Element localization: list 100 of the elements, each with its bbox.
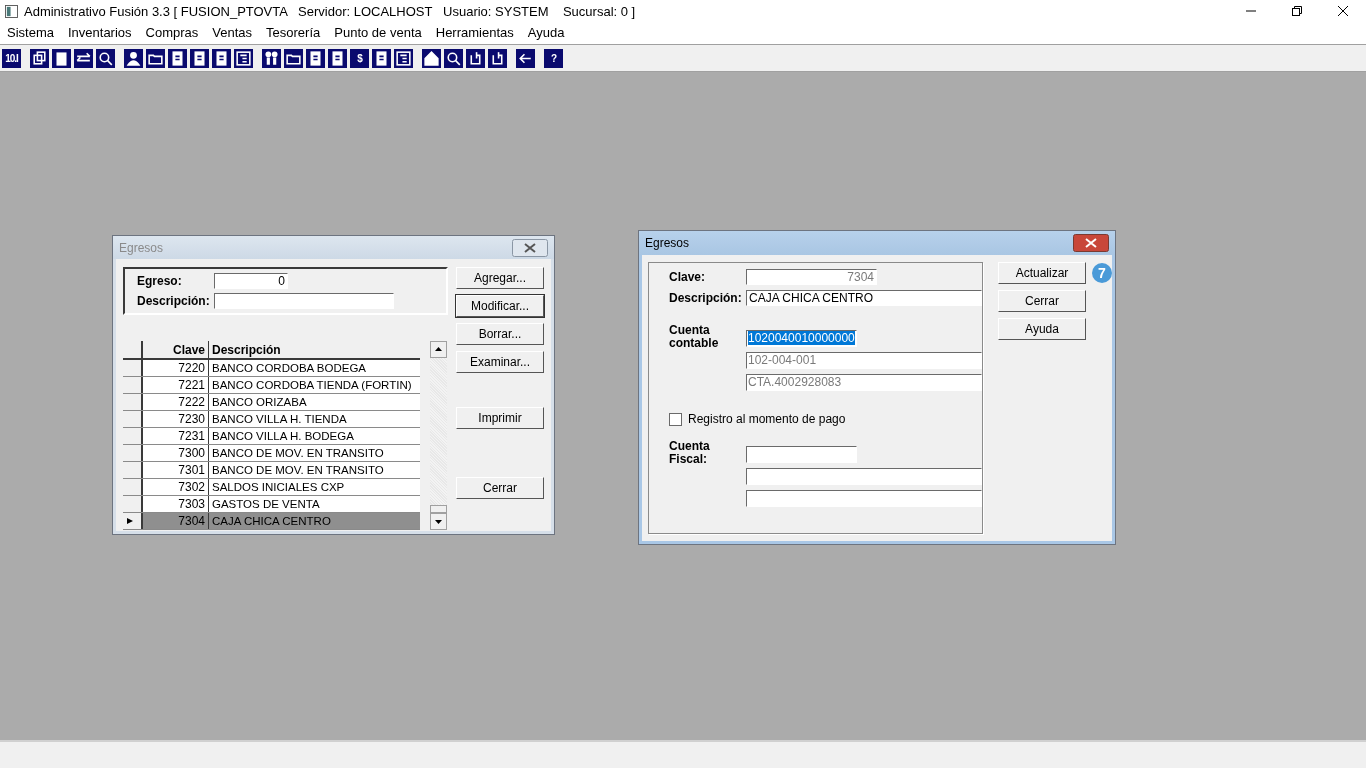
input-field[interactable] [746, 468, 982, 485]
row-header[interactable] [123, 513, 143, 529]
input-field[interactable]: 0 [214, 273, 288, 289]
menu-item[interactable]: Tesorería [266, 24, 321, 40]
toolbar-icon[interactable] [284, 48, 303, 68]
table-cell-text: GASTOS DE VENTA [211, 497, 321, 512]
row-header[interactable] [123, 445, 143, 461]
table-cell: 7222 [143, 394, 209, 410]
input-field[interactable]: CAJA CHICA CENTRO [746, 290, 982, 306]
dialog-button[interactable]: Ayuda [998, 318, 1086, 340]
menu-item[interactable]: Punto de venta [334, 24, 422, 40]
toolbar-icon[interactable] [466, 48, 485, 68]
table-cell: 7301 [143, 462, 209, 478]
menu-item[interactable]: Herramientas [435, 24, 514, 40]
column-header[interactable]: Descripción [209, 341, 420, 358]
table-cell-text: BANCO VILLA H. BODEGA [211, 429, 355, 444]
toolbar-icon[interactable] [212, 48, 231, 68]
table-cell-text: BANCO ORIZABA [211, 395, 308, 410]
toolbar-icon[interactable] [124, 48, 143, 68]
table-cell: 7231 [143, 428, 209, 444]
field-label: Cuenta Fiscal: [669, 440, 711, 466]
close-icon[interactable] [512, 238, 548, 257]
table-cell-text: BANCO CORDOBA TIENDA (FORTIN) [211, 378, 413, 393]
dialog-button[interactable]: Examinar... [456, 351, 544, 373]
dialog-button[interactable]: Borrar... [456, 323, 544, 345]
step-badge: 7 [1092, 263, 1112, 283]
toolbar-button[interactable]: 10.I [2, 48, 21, 68]
row-header[interactable] [123, 394, 143, 410]
dialog-button[interactable]: Cerrar [456, 477, 544, 499]
menu-item[interactable]: Sistema [7, 24, 54, 40]
toolbar-icon[interactable] [516, 48, 535, 68]
checkbox[interactable] [669, 412, 682, 426]
row-header[interactable] [123, 411, 143, 427]
toolbar-icon[interactable] [190, 48, 209, 68]
dialog-button[interactable]: Agregar... [456, 267, 544, 289]
table-cell-text: BANCO CORDOBA BODEGA [211, 361, 367, 376]
checkbox-label: Registro al momento de pago [688, 412, 846, 426]
toolbar-button[interactable]: ? [544, 48, 563, 68]
close-icon[interactable] [1338, 6, 1348, 16]
menu-item[interactable]: Inventarios [67, 24, 132, 40]
dialog-button[interactable]: Imprimir [456, 407, 544, 429]
row-header[interactable] [123, 360, 143, 376]
table-cell: 7304 [143, 513, 209, 529]
dialog-button[interactable]: Actualizar [998, 262, 1086, 284]
row-header[interactable] [123, 428, 143, 444]
input-field[interactable] [746, 490, 982, 507]
dialog-title: Egresos [119, 240, 164, 255]
toolbar-icon[interactable] [372, 48, 391, 68]
toolbar-icon[interactable] [96, 48, 115, 68]
toolbar-icon[interactable] [30, 48, 49, 68]
table-cell: 7230 [143, 411, 209, 427]
scroll-down-icon[interactable] [430, 513, 447, 530]
window-title: Administrativo Fusión 3.3 [ FUSION_PTOVTA Servidor: LOCALHOST Usuario: SYSTEM Sucursal: 0 ] [24, 3, 636, 19]
dialog-button[interactable]: Modificar... [456, 295, 544, 317]
table-cell-text: BANCO DE MOV. EN TRANSITO [211, 463, 385, 478]
toolbar-icon[interactable] [168, 48, 187, 68]
table-cell: 7221 [143, 377, 209, 393]
input-field[interactable] [746, 446, 857, 463]
toolbar-button[interactable]: $ [350, 48, 369, 68]
toolbar-icon[interactable] [52, 48, 71, 68]
row-header[interactable] [123, 377, 143, 393]
table-cell: 7303 [143, 496, 209, 512]
field-label: Clave: [669, 270, 707, 284]
menu-item[interactable]: Ventas [212, 24, 253, 40]
toolbar-icon[interactable] [488, 48, 507, 68]
restore-icon[interactable] [1292, 6, 1302, 16]
menu-item[interactable]: Ayuda [527, 24, 565, 40]
table-cell: 7302 [143, 479, 209, 495]
toolbar-icon[interactable] [306, 48, 325, 68]
toolbar-icon[interactable] [394, 48, 413, 68]
field-label: Cuenta contable [669, 324, 720, 350]
toolbar-icon[interactable] [234, 48, 253, 68]
input-field[interactable] [214, 293, 394, 309]
scroll-up-icon[interactable] [430, 341, 447, 358]
table-cell-text: BANCO VILLA H. TIENDA [211, 412, 348, 427]
dialog-button[interactable]: Cerrar [998, 290, 1086, 312]
toolbar-icon[interactable] [262, 48, 281, 68]
toolbar-icon[interactable] [146, 48, 165, 68]
menu-item[interactable]: Compras [145, 24, 199, 40]
dialog-title: Egresos [645, 236, 690, 250]
field-label: Descripción: [669, 291, 743, 305]
row-header[interactable] [123, 462, 143, 478]
input-field[interactable]: 7304 [746, 269, 877, 285]
scrollbar[interactable] [430, 341, 447, 530]
field-label: Egreso: [137, 274, 183, 288]
table-cell: 7300 [143, 445, 209, 461]
toolbar-icon[interactable] [328, 48, 347, 68]
row-header[interactable] [123, 479, 143, 495]
table-cell: 7220 [143, 360, 209, 376]
table-cell-text: CAJA CHICA CENTRO [211, 514, 332, 529]
table-cell-text: SALDOS INICIALES CXP [211, 480, 346, 495]
toolbar-icon[interactable] [74, 48, 93, 68]
row-header[interactable] [123, 496, 143, 512]
toolbar-icon[interactable] [422, 48, 441, 68]
toolbar-icon[interactable] [444, 48, 463, 68]
close-icon[interactable] [1073, 234, 1109, 252]
input-field[interactable]: 1020040010000000 [746, 330, 857, 347]
table-cell-text: BANCO DE MOV. EN TRANSITO [211, 446, 385, 461]
column-header[interactable]: Clave [143, 341, 209, 358]
scroll-thumb[interactable] [430, 505, 447, 513]
